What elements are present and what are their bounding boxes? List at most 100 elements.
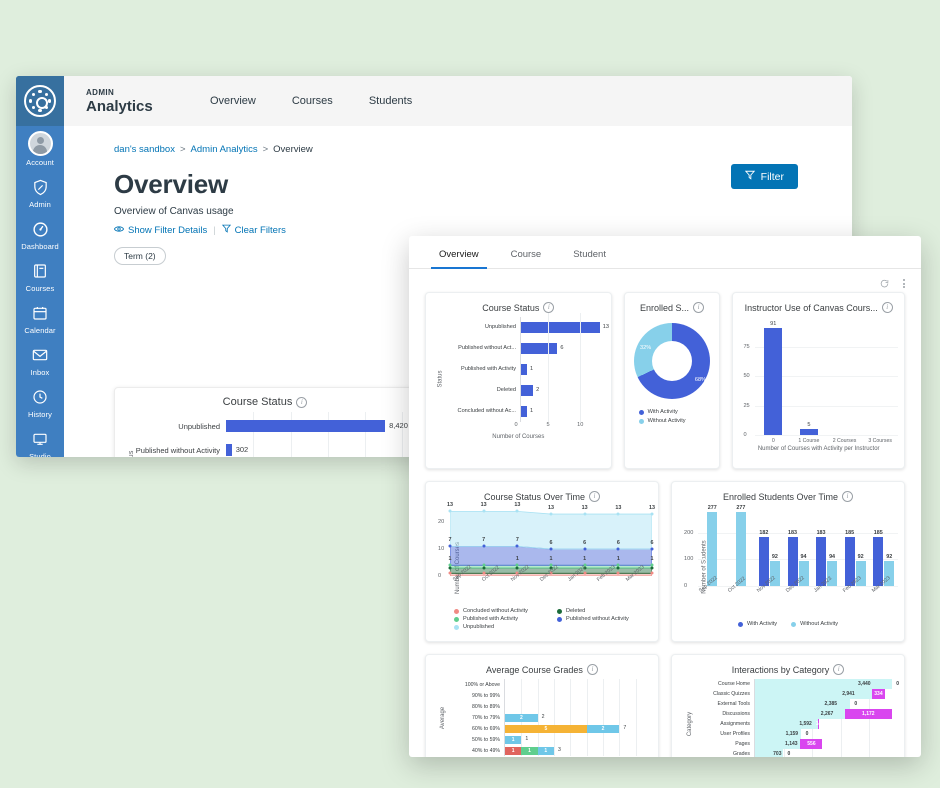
gridline: [603, 701, 604, 712]
gridline: [537, 679, 539, 690]
legend-label: Unpublished: [463, 624, 495, 630]
gridline: [603, 734, 604, 745]
kebab-menu-icon[interactable]: [903, 279, 905, 288]
clear-filters-link[interactable]: Clear Filters: [221, 224, 286, 236]
gridline: [840, 719, 842, 729]
tab-student[interactable]: Student: [557, 249, 622, 268]
bar-value: 185: [873, 529, 883, 536]
legend-label: Without Activity: [647, 418, 686, 424]
sidebar-item-admin[interactable]: Admin: [16, 171, 64, 213]
data-point: [616, 512, 620, 516]
bar-row: Classic Quizzes 2,941 334: [688, 689, 898, 699]
info-icon[interactable]: i: [881, 302, 893, 313]
bar-fill: [521, 406, 528, 417]
nav-tab-students[interactable]: Students: [351, 89, 430, 113]
sidebar-item-label: Inbox: [30, 368, 50, 377]
canvas-logo-container[interactable]: [16, 76, 64, 126]
data-label: 7: [448, 537, 452, 544]
data-label: 1: [448, 556, 452, 563]
show-filter-details-link[interactable]: Show Filter Details: [113, 225, 207, 236]
gridline: [755, 435, 898, 436]
breadcrumb-item-admin-analytics[interactable]: Admin Analytics: [191, 144, 258, 155]
bar-segment-cyan: [755, 679, 892, 689]
bar-value: 703: [773, 751, 782, 757]
sidebar-item-account[interactable]: Account: [16, 126, 64, 171]
bar-value: 334: [874, 691, 883, 697]
tab-course[interactable]: Course: [495, 249, 558, 268]
data-label: 1: [549, 556, 553, 563]
nav-tab-overview[interactable]: Overview: [192, 89, 274, 113]
sidebar-item-courses[interactable]: Courses: [16, 255, 64, 297]
bar-track: 2,941 334: [754, 689, 898, 699]
back-card-title-text: Course Status: [222, 396, 293, 408]
data-label: 6: [616, 540, 620, 547]
bar-value: 556: [807, 741, 816, 747]
bar-value: 0: [854, 701, 858, 707]
gridline: [619, 679, 621, 690]
gridline: [619, 690, 621, 701]
info-icon[interactable]: i: [833, 664, 845, 675]
back-chart-y-axis-label: Status: [128, 450, 135, 457]
tab-overview[interactable]: Overview: [423, 249, 495, 269]
gridline: [586, 734, 588, 745]
app-header: ADMIN Analytics Overview Courses Student…: [64, 76, 852, 127]
sidebar-item-studio[interactable]: Studio: [16, 423, 64, 457]
gridline: [586, 745, 588, 756]
x-axis-ticks: Sep 2022 Oct 2022 Nov 2022 Dec 2022 Jan 2023…: [450, 564, 652, 606]
info-icon[interactable]: i: [296, 396, 308, 408]
data-point: [583, 547, 587, 551]
stacked-bar-rows: 100% or Above 90% to 99% 80% to 89% 70% to …: [442, 679, 652, 756]
area-chart-plot: Number of Courses 1 1 1 1 1 1 7 7 7 6 6 6 6 13 13 13 13 1…: [432, 502, 655, 630]
gridline: [635, 690, 637, 701]
sidebar-item-inbox[interactable]: Inbox: [16, 339, 64, 381]
clear-filters-label: Clear Filters: [234, 224, 286, 236]
bar-value: 91: [770, 320, 777, 327]
data-label: 13: [514, 502, 521, 509]
sidebar-item-dashboard[interactable]: Dashboard: [16, 213, 64, 255]
gridline: [570, 690, 572, 701]
grouped-bar-plot: Number of Students 0 100 200 277 277 182 92 183…: [678, 505, 898, 627]
sidebar-item-history[interactable]: History: [16, 381, 64, 423]
gridline: [603, 690, 604, 701]
bar-value: 2,941: [842, 691, 855, 697]
info-icon[interactable]: i: [586, 664, 598, 675]
area-legend: Concluded without Activity Deleted Publish…: [454, 608, 652, 630]
card-title-text: Course Status Over Time: [483, 491, 586, 502]
legend-label: With Activity: [746, 621, 778, 627]
filter-button[interactable]: Filter: [730, 164, 798, 189]
bar-value: 94: [800, 553, 807, 560]
data-label: 7: [515, 537, 519, 544]
info-icon[interactable]: i: [589, 491, 601, 502]
axis-tick: 25: [743, 402, 750, 409]
legend-swatch: [737, 621, 743, 627]
bar-fill: [226, 444, 232, 456]
bar-fill: [521, 343, 558, 354]
card-title: Course Status i: [432, 299, 605, 317]
term-filter-pill[interactable]: Term (2): [114, 247, 166, 265]
nav-tab-courses[interactable]: Courses: [274, 89, 351, 113]
sidebar-item-calendar[interactable]: Calendar: [16, 297, 64, 339]
bar-label: 90% to 99%: [472, 692, 500, 699]
bar-track: 2,385 0: [754, 699, 898, 709]
bar-value: 2,267: [820, 711, 834, 717]
gridline: [554, 701, 555, 712]
bar-track: 302: [226, 438, 415, 457]
refresh-icon[interactable]: [880, 279, 889, 288]
gridline: [570, 745, 572, 756]
info-icon[interactable]: i: [842, 491, 854, 502]
legend-item-without-activity: Without Activity: [638, 418, 686, 424]
breadcrumb-item-sandbox[interactable]: dan's sandbox: [114, 144, 175, 155]
gridline: [635, 734, 637, 745]
legend-label: Deleted: [566, 608, 586, 614]
data-point: [482, 509, 486, 513]
donut-hole: [652, 341, 693, 381]
bar-segment: 2: [505, 713, 538, 722]
info-icon[interactable]: i: [543, 302, 555, 313]
card-instructor-use: Instructor Use of Canvas Cours... i Numb…: [732, 292, 905, 469]
gridline: [635, 712, 637, 723]
sidebar-item-label: Admin: [29, 200, 51, 209]
gridline: [554, 690, 555, 701]
bar-row: 50% to 59% 1 1: [442, 734, 652, 745]
charts-row-1: Course Status i Status Unpublished 13 Publ…: [425, 292, 905, 469]
info-icon[interactable]: i: [693, 302, 705, 313]
